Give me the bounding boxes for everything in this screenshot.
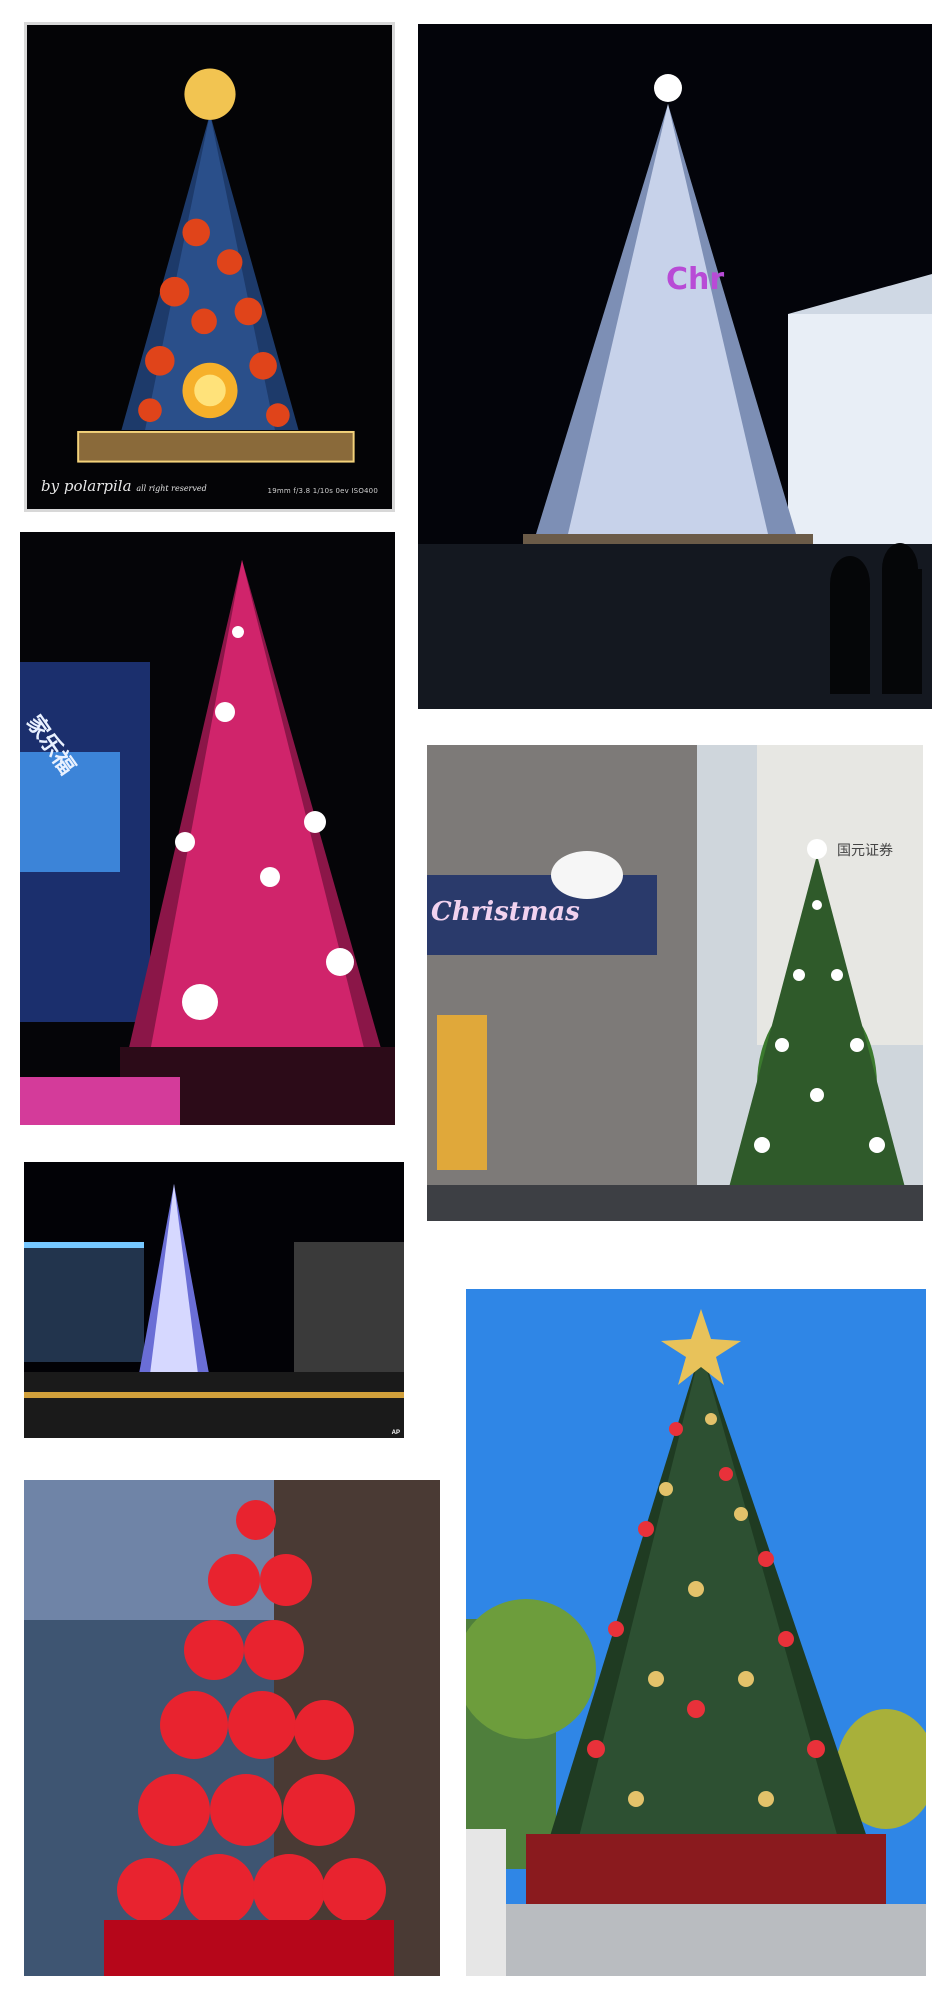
tree-city-image [24,1162,404,1438]
photo-tree-red-balls [24,1480,440,1976]
tree-sign-text: Chr [666,262,724,297]
tree-pink-image: 家乐福 [20,532,395,1125]
photo-tree-gold-star [466,1289,926,1976]
photo-exif: 19mm f/3.8 1/10s 0ev ISO400 [267,487,378,495]
photo-credit-ap: AP [391,1430,400,1436]
photo-tree-city-night: AP [24,1162,404,1438]
christmas-sign-text: Christmas [431,897,580,927]
photo-tree-pink-snowflakes: 家乐福 [20,532,395,1125]
building-sign-text: 国元证券 [837,843,893,859]
tree-flowers-image [27,25,392,509]
tree-gold-star-image [466,1289,926,1976]
tree-red-balls-image [24,1480,440,1976]
photo-credit: by polarpila all right reserved [41,477,207,495]
photo-tree-white-lights: Chr [418,24,932,709]
photo-tree-flowers: by polarpila all right reserved 19mm f/3… [24,22,395,512]
photo-tree-green-stars: Christmas 国元证券 [427,745,923,1221]
tree-white-image: Chr [418,24,932,709]
tree-green-image: Christmas 国元证券 [427,745,923,1221]
